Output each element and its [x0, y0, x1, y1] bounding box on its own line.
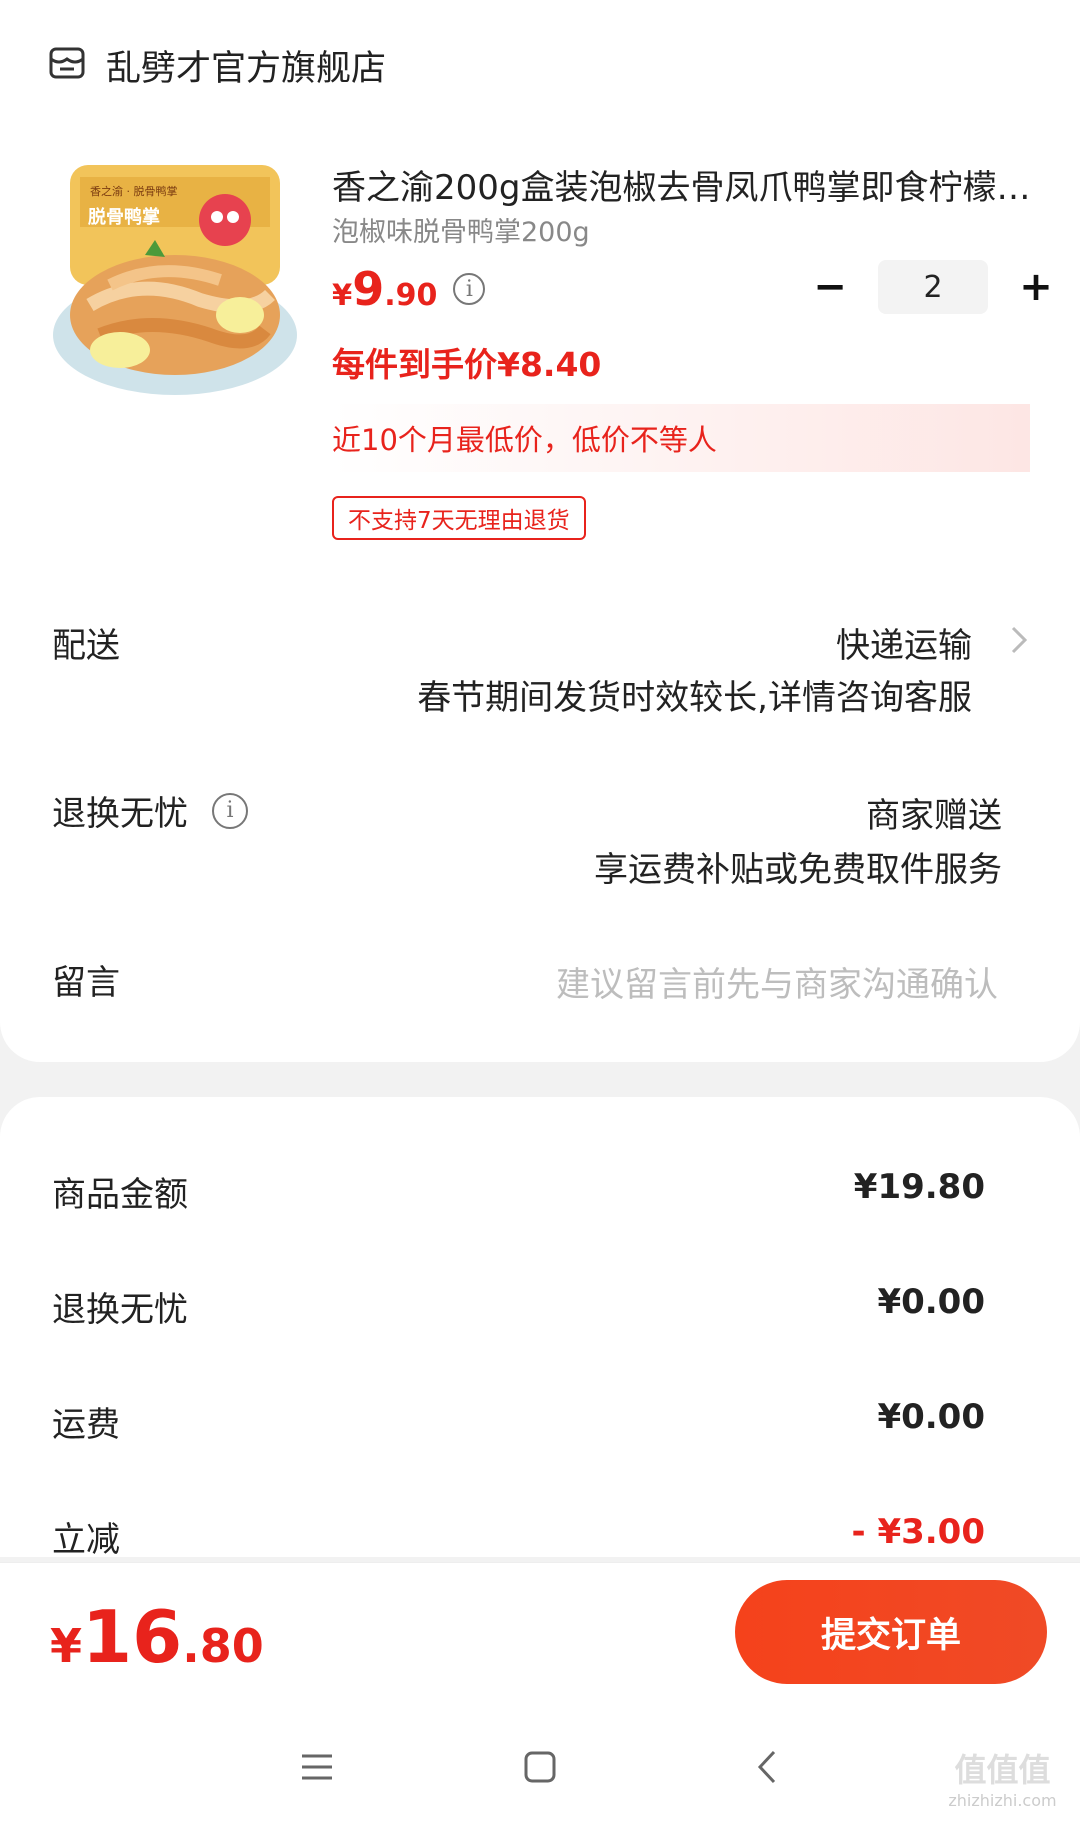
quantity-stepper: − 2 + [810, 260, 1056, 314]
price-info-icon[interactable]: i [453, 273, 486, 305]
return-service-row: 退换无忧 i [52, 786, 248, 835]
total-price: ¥ 16 .80 [50, 1595, 264, 1679]
decrease-button[interactable]: − [810, 264, 850, 310]
package-name-text: 脱骨鸭掌 [88, 206, 160, 228]
watermark-text: 值值值 [954, 1751, 1051, 1789]
quantity-input[interactable]: 2 [878, 260, 988, 314]
product-spec[interactable]: 泡椒味脱骨鸭掌200g [332, 210, 590, 249]
summary-label: 商品金额 [52, 1175, 188, 1215]
system-nav-bar: 值值值 zhizhizhi.com [0, 1702, 1080, 1830]
price-decimal: .90 [384, 278, 438, 313]
summary-row: 退换无忧 ¥0.00 [52, 1282, 985, 1331]
store-icon [48, 45, 86, 87]
increase-button[interactable]: + [1016, 264, 1056, 310]
return-service-note: 享运费补贴或免费取件服务 [594, 850, 1002, 890]
summary-row: 商品金额 ¥19.80 [52, 1167, 985, 1216]
watermark-url: zhizhizhi.com [948, 1791, 1057, 1810]
discount-value: - ¥3.00 [851, 1512, 986, 1552]
order-card: 乱劈才官方旗舰店 香之渝 · 脱骨鸭掌 脱骨鸭掌 香之渝200g盒装泡椒去骨凤爪… [0, 0, 1080, 1062]
message-input[interactable]: 建议留言前先与商家沟通确认 [556, 957, 998, 1006]
price-integer: 9 [352, 262, 385, 316]
menu-icon[interactable] [292, 1742, 342, 1792]
package-brand-text: 香之渝 · 脱骨鸭掌 [90, 184, 178, 198]
delivery-note: 春节期间发货时效较长,详情咨询客服 [417, 678, 972, 718]
return-info-icon[interactable]: i [212, 792, 248, 829]
total-symbol: ¥ [50, 1619, 83, 1673]
delivery-label: 配送 [52, 626, 120, 666]
home-icon[interactable] [515, 1742, 565, 1792]
summary-value: ¥0.00 [877, 1397, 985, 1437]
lowest-price-banner: 近10个月最低价，低价不等人 [332, 404, 1030, 472]
product-image[interactable]: 香之渝 · 脱骨鸭掌 脱骨鸭掌 [50, 165, 300, 405]
total-integer: 16 [82, 1595, 183, 1679]
summary-value: ¥0.00 [877, 1282, 985, 1322]
delivery-method[interactable]: 快递运输 [836, 618, 972, 667]
summary-label: 立减 [52, 1520, 120, 1557]
summary-label: 运费 [52, 1405, 120, 1445]
chevron-right-icon[interactable] [1005, 620, 1033, 660]
product-title[interactable]: 香之渝200g盒装泡椒去骨凤爪鸭掌即食柠檬味零食 [332, 160, 1032, 209]
price-symbol: ¥ [332, 278, 353, 312]
back-icon[interactable] [742, 1742, 792, 1792]
no-return-badge: 不支持7天无理由退货 [332, 496, 586, 540]
total-decimal: .80 [182, 1619, 264, 1673]
unit-price: 每件到手价¥8.40 [332, 345, 602, 384]
submit-order-button[interactable]: 提交订单 [735, 1580, 1047, 1684]
summary-row: 立减 - ¥3.00 [52, 1512, 985, 1557]
summary-value: ¥19.80 [853, 1167, 985, 1207]
checkout-bar: ¥ 16 .80 提交订单 [0, 1562, 1080, 1703]
lowest-price-text: 近10个月最低价，低价不等人 [332, 423, 717, 457]
summary-label: 退换无忧 [52, 1290, 188, 1330]
product-price: ¥ 9 .90 i [332, 262, 486, 316]
price-summary-card: 商品金额 ¥19.80 退换无忧 ¥0.00 运费 ¥0.00 立减 - ¥3.… [0, 1097, 1080, 1557]
message-label: 留言 [52, 963, 120, 1003]
summary-row: 运费 ¥0.00 [52, 1397, 985, 1446]
return-service-label: 退换无忧 [52, 794, 188, 834]
return-service-value: 商家赠送 [866, 796, 1002, 836]
watermark: 值值值 zhizhizhi.com [930, 1745, 1075, 1810]
store-header[interactable]: 乱劈才官方旗舰店 [48, 40, 386, 91]
store-name: 乱劈才官方旗舰店 [106, 49, 387, 89]
